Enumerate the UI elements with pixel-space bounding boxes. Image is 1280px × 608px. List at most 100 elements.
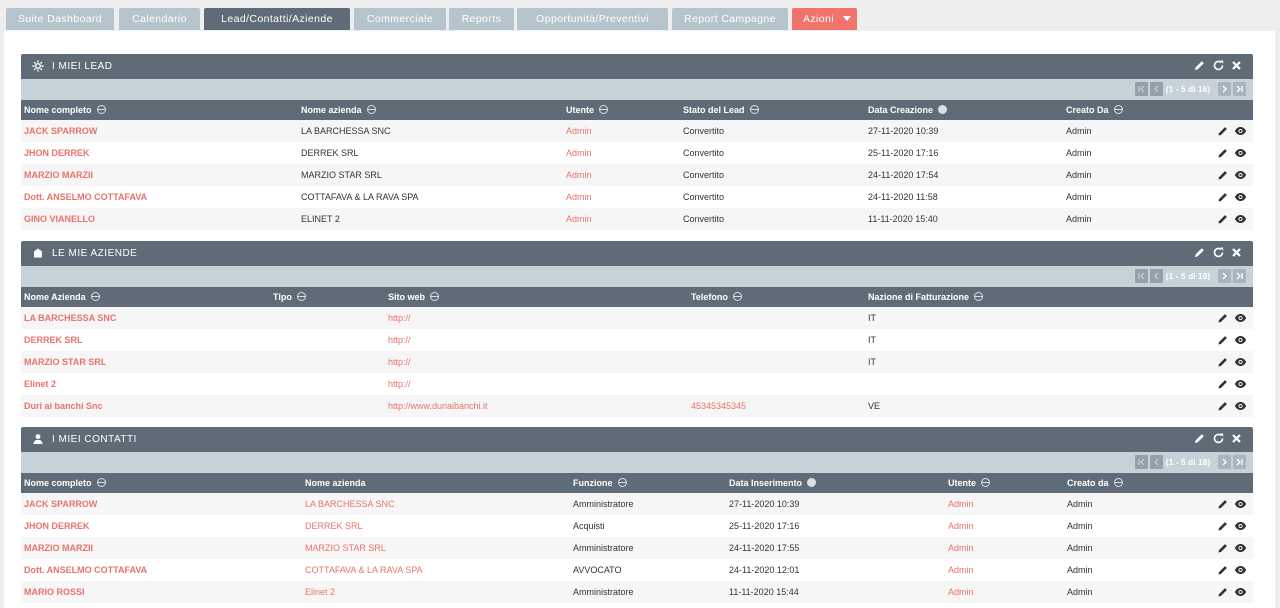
sort-icon[interactable] — [732, 292, 742, 301]
last-page-button[interactable] — [1233, 269, 1246, 283]
website-link[interactable]: http://www.duriaibanchi.it — [385, 395, 688, 417]
edit-icon[interactable] — [1217, 213, 1229, 225]
tab-report-campagne[interactable]: Report Campagne — [672, 8, 788, 30]
tab-opportunita-preventivi[interactable]: Opportunità/Preventivi — [517, 8, 668, 30]
view-icon[interactable] — [1234, 357, 1247, 367]
next-page-button[interactable] — [1218, 455, 1231, 469]
contact-name-link[interactable]: MARIO ROSSI — [21, 581, 302, 603]
edit-icon[interactable] — [1217, 312, 1229, 324]
close-icon[interactable] — [1230, 59, 1243, 72]
account-name-link[interactable]: Elinet 2 — [21, 373, 270, 395]
close-icon[interactable] — [1230, 432, 1243, 445]
edit-icon[interactable] — [1217, 169, 1229, 181]
next-page-button[interactable] — [1218, 269, 1231, 283]
column-header[interactable]: Nome completo — [21, 473, 302, 493]
tab-reports[interactable]: Reports — [449, 8, 514, 30]
account-name-link[interactable]: MARZIO STAR SRL — [21, 351, 270, 373]
contact-name-link[interactable]: JHON DERREK — [21, 515, 302, 537]
sort-icon[interactable] — [366, 105, 376, 114]
contact-name-link[interactable]: JACK SPARROW — [21, 493, 302, 515]
edit-icon[interactable] — [1217, 564, 1229, 576]
column-header[interactable]: Stato del Lead — [680, 100, 865, 120]
edit-icon[interactable] — [1217, 378, 1229, 390]
tab-suite-dashboard[interactable]: Suite Dashboard — [6, 8, 114, 30]
lead-name-link[interactable]: JACK SPARROW — [21, 120, 298, 142]
refresh-icon[interactable] — [1212, 246, 1225, 259]
edit-icon[interactable] — [1193, 59, 1206, 72]
view-icon[interactable] — [1234, 126, 1247, 136]
view-icon[interactable] — [1234, 214, 1247, 224]
column-header[interactable]: Utente — [563, 100, 680, 120]
edit-icon[interactable] — [1217, 400, 1229, 412]
tab-lead-contatti-aziende[interactable]: Lead/Contatti/Aziende — [204, 8, 350, 30]
phone-link[interactable] — [688, 351, 865, 373]
user-link[interactable]: Admin — [945, 515, 1064, 537]
account-name-link[interactable]: Duri ai banchi Snc — [21, 395, 270, 417]
sort-icon[interactable] — [617, 478, 627, 487]
view-icon[interactable] — [1234, 335, 1247, 345]
column-header[interactable]: Sito web — [385, 287, 688, 307]
column-header[interactable]: Creato da — [1064, 473, 1193, 493]
prev-page-button[interactable] — [1150, 269, 1163, 283]
actions-menu-button[interactable]: Azioni — [792, 8, 857, 30]
view-icon[interactable] — [1234, 379, 1247, 389]
edit-icon[interactable] — [1217, 334, 1229, 346]
next-page-button[interactable] — [1218, 82, 1231, 96]
view-icon[interactable] — [1234, 543, 1247, 553]
column-header[interactable]: Funzione — [570, 473, 726, 493]
contact-name-link[interactable]: Dott. ANSELMO COTTAFAVA — [21, 559, 302, 581]
user-link[interactable]: Admin — [563, 186, 680, 208]
edit-icon[interactable] — [1217, 542, 1229, 554]
user-link[interactable]: Admin — [945, 537, 1064, 559]
user-link[interactable]: Admin — [945, 559, 1064, 581]
sort-icon[interactable] — [938, 105, 948, 114]
company-link[interactable]: COTTAFAVA & LA RAVA SPA — [302, 559, 570, 581]
phone-link[interactable] — [688, 307, 865, 329]
edit-icon[interactable] — [1193, 432, 1206, 445]
column-header[interactable]: Utente — [945, 473, 1064, 493]
column-header[interactable]: Nome azienda — [302, 473, 570, 493]
edit-icon[interactable] — [1217, 191, 1229, 203]
edit-icon[interactable] — [1193, 246, 1206, 259]
tab-commerciale[interactable]: Commerciale — [354, 8, 446, 30]
user-link[interactable]: Admin — [945, 493, 1064, 515]
sort-icon[interactable] — [599, 105, 609, 114]
prev-page-button[interactable] — [1150, 455, 1163, 469]
view-icon[interactable] — [1234, 521, 1247, 531]
company-link[interactable]: LA BARCHESSA SNC — [302, 493, 570, 515]
account-name-link[interactable]: LA BARCHESSA SNC — [21, 307, 270, 329]
view-icon[interactable] — [1234, 565, 1247, 575]
edit-icon[interactable] — [1217, 356, 1229, 368]
sort-icon[interactable] — [981, 478, 991, 487]
edit-icon[interactable] — [1217, 147, 1229, 159]
view-icon[interactable] — [1234, 170, 1247, 180]
column-header[interactable]: Telefono — [688, 287, 865, 307]
phone-link[interactable]: 45345345345 — [688, 395, 865, 417]
close-icon[interactable] — [1230, 246, 1243, 259]
view-icon[interactable] — [1234, 587, 1247, 597]
lead-name-link[interactable]: JHON DERREK — [21, 142, 298, 164]
edit-icon[interactable] — [1217, 520, 1229, 532]
column-header[interactable]: Nome completo — [21, 100, 298, 120]
sort-icon[interactable] — [96, 105, 106, 114]
website-link[interactable]: http:// — [385, 329, 688, 351]
user-link[interactable]: Admin — [563, 142, 680, 164]
refresh-icon[interactable] — [1212, 432, 1225, 445]
contact-name-link[interactable]: MARZIO MARZII — [21, 537, 302, 559]
first-page-button[interactable] — [1135, 269, 1148, 283]
user-link[interactable]: Admin — [563, 164, 680, 186]
view-icon[interactable] — [1234, 192, 1247, 202]
last-page-button[interactable] — [1233, 455, 1246, 469]
column-header[interactable]: Nome azienda — [298, 100, 563, 120]
edit-icon[interactable] — [1217, 586, 1229, 598]
sort-icon[interactable] — [1113, 478, 1123, 487]
sort-icon[interactable] — [807, 478, 817, 487]
sort-icon[interactable] — [749, 105, 759, 114]
column-header[interactable]: Tipo — [270, 287, 385, 307]
column-header[interactable]: Nazione di Fatturazione — [865, 287, 1193, 307]
view-icon[interactable] — [1234, 313, 1247, 323]
company-link[interactable]: MARZIO STAR SRL — [302, 537, 570, 559]
lead-name-link[interactable]: GINO VIANELLO — [21, 208, 298, 230]
sort-icon[interactable] — [296, 292, 306, 301]
sort-icon[interactable] — [96, 478, 106, 487]
